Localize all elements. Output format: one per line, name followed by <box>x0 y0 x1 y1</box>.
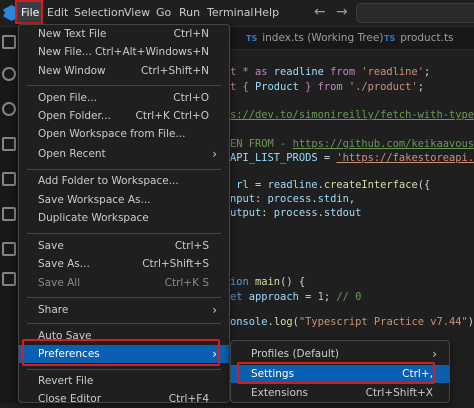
run-debug-icon[interactable] <box>2 137 16 151</box>
menu-separator <box>27 85 221 86</box>
menu-item-duplicate-workspace[interactable]: Duplicate Workspace <box>19 209 229 227</box>
menu-item-save-workspace-as[interactable]: Save Workspace As... <box>19 191 229 209</box>
menu-item-save-as[interactable]: Save As... Ctrl+Shift+S <box>19 255 229 273</box>
code-line: et approach = 1; // 0 <box>230 291 362 303</box>
menu-view[interactable]: View <box>124 0 150 26</box>
tab-index-ts[interactable]: TS index.ts (Working Tree) <box>246 27 383 49</box>
menu-item-save-all[interactable]: Save All Ctrl+K S <box>19 274 229 292</box>
arrow-right-icon[interactable]: → <box>336 4 348 20</box>
code-line: t { Product } from './product'; <box>230 81 424 93</box>
typescript-icon: TS <box>384 34 396 43</box>
menu-help[interactable]: Help <box>254 0 279 26</box>
docker-icon[interactable] <box>2 272 16 286</box>
code-line: s://dev.to/simonireilly/fetch-with-types… <box>230 109 474 121</box>
tab-label: index.ts (Working Tree) <box>262 32 384 44</box>
menu-file[interactable]: File <box>21 0 39 26</box>
title-bar: File Edit Selection View Go Run Terminal… <box>0 0 474 27</box>
menu-item-extensions[interactable]: Extensions Ctrl+Shift+X <box>231 384 449 402</box>
code-line: t * as readline from 'readline'; <box>230 66 431 78</box>
tab-product-ts[interactable]: TS product.ts <box>384 27 454 49</box>
vscode-logo-icon <box>3 5 15 21</box>
chevron-right-icon: › <box>212 303 217 317</box>
menu-item-new-text-file[interactable]: New Text File Ctrl+N <box>19 25 229 43</box>
menu-separator <box>27 297 221 298</box>
arrow-left-icon[interactable]: ← <box>314 4 326 20</box>
typescript-icon: TS <box>246 34 258 43</box>
menu-item-revert-file[interactable]: Revert File <box>19 372 229 390</box>
menu-separator <box>27 323 221 324</box>
search-icon[interactable] <box>2 67 16 81</box>
remote-explorer-icon[interactable] <box>2 207 16 221</box>
code-line: nput: process.stdin, <box>230 193 356 205</box>
menu-item-new-window[interactable]: New Window Ctrl+Shift+N <box>19 62 229 80</box>
chevron-right-icon: › <box>212 147 217 161</box>
testing-icon[interactable] <box>2 242 16 256</box>
command-center-search[interactable] <box>356 3 474 23</box>
preferences-highlight <box>22 339 220 366</box>
menu-item-close-editor[interactable]: Close Editor Ctrl+F4 <box>19 390 229 408</box>
menu-item-save[interactable]: Save Ctrl+S <box>19 237 229 255</box>
menu-edit[interactable]: Edit <box>47 0 68 26</box>
code-line: rl = readline.createInterface({ <box>230 179 431 191</box>
code-line: EN FROM - https://github.com/keikaavousi… <box>230 138 474 150</box>
menu-terminal[interactable]: Terminal <box>207 0 254 26</box>
menu-item-new-file[interactable]: New File... Ctrl+Alt+Windows+N <box>19 43 229 61</box>
tab-label: product.ts <box>400 32 454 44</box>
menu-separator <box>27 233 221 234</box>
code-line: API_LIST_PRODS = 'https://fakestoreapi.c… <box>230 152 474 164</box>
settings-highlight <box>237 362 435 384</box>
menu-item-open-recent[interactable]: Open Recent › <box>19 145 229 163</box>
menu-item-open-workspace[interactable]: Open Workspace from File... <box>19 125 229 143</box>
menu-separator <box>27 369 221 370</box>
explorer-icon[interactable] <box>2 35 16 49</box>
chevron-right-icon: › <box>432 347 437 361</box>
menu-item-profiles[interactable]: Profiles (Default) › <box>231 345 449 363</box>
code-line: utput: process.stdout <box>230 207 362 219</box>
menu-item-open-folder[interactable]: Open Folder... Ctrl+K Ctrl+O <box>19 107 229 125</box>
code-line: ion main() { <box>230 276 306 288</box>
menu-selection[interactable]: Selection <box>74 0 125 26</box>
menu-item-open-file[interactable]: Open File... Ctrl+O <box>19 89 229 107</box>
menu-separator <box>27 169 221 170</box>
activity-bar <box>0 27 18 403</box>
source-control-icon[interactable] <box>2 102 16 116</box>
menu-run[interactable]: Run <box>179 0 200 26</box>
code-line: onsole.log("Typescript Practice v7.44"); <box>230 316 474 328</box>
extensions-icon[interactable] <box>2 172 16 186</box>
menu-item-share[interactable]: Share › <box>19 301 229 319</box>
menu-item-add-folder[interactable]: Add Folder to Workspace... <box>19 172 229 190</box>
editor-tab-bar: TS index.ts (Working Tree) TS product.ts <box>230 27 474 50</box>
menu-go[interactable]: Go <box>156 0 171 26</box>
